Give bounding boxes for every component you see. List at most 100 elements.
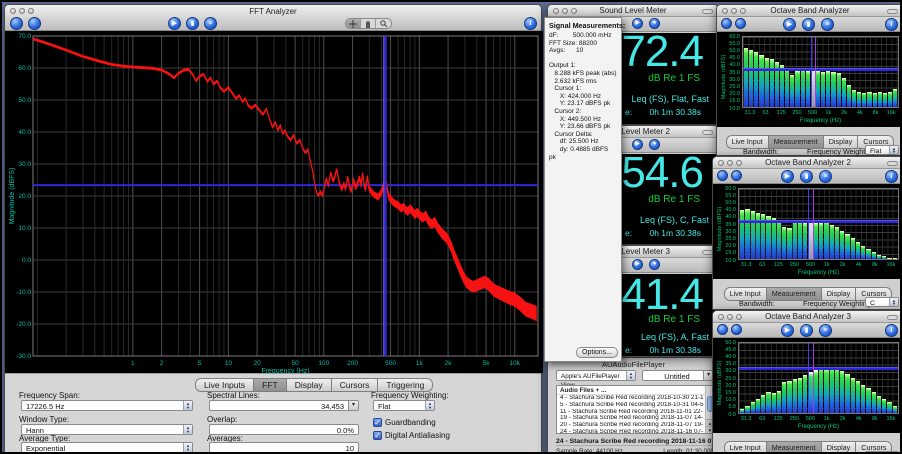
run-button[interactable]: ▶ <box>632 18 643 29</box>
horizontal-cursor-line[interactable] <box>739 221 898 223</box>
octave-band-chart[interactable]: Magnitude (dBFS)60.055.050.045.040.035.0… <box>717 32 902 127</box>
tab-triggering[interactable]: Triggering <box>378 378 433 392</box>
dropdown-icon[interactable]: ▾ <box>348 401 358 410</box>
horizontal-cursor-line[interactable] <box>739 368 898 370</box>
close-icon[interactable] <box>553 8 559 14</box>
octave-band-chart[interactable]: Magnitude (dBFS)50.045.040.035.030.025.0… <box>713 338 902 433</box>
file-list-item[interactable]: 11 - Stachura Scribe Red recording 2018-… <box>557 409 713 416</box>
file-list-item[interactable]: 19 - Stachura Scribe Red recording 2018-… <box>557 415 713 422</box>
frequency-weighting-select[interactable]: C▲▼ <box>865 297 899 307</box>
zoom-icon[interactable] <box>736 314 742 320</box>
clear-button[interactable]: ≡ <box>204 17 217 30</box>
tab-fft[interactable]: FFT <box>254 378 287 392</box>
info-button[interactable]: i <box>885 324 898 337</box>
frequency-span-select[interactable]: 17226.5 Hz▲▼ <box>21 400 193 411</box>
output-source-button[interactable] <box>731 324 742 335</box>
octave-band-chart[interactable]: Magnitude (dBFS)60.055.050.045.040.035.0… <box>713 184 902 279</box>
file-list-item[interactable]: 4 - Stachura Scribe Red recording 2018-1… <box>557 395 713 402</box>
file-list-item[interactable]: 20 - Stachura Scribe Red recording 2018-… <box>557 422 713 429</box>
info-button[interactable]: i <box>524 17 537 30</box>
frequency-weighting-select[interactable]: Flat▲▼ <box>373 400 435 411</box>
toolbar-toggle-button[interactable] <box>887 161 898 166</box>
output-source-button[interactable] <box>731 170 742 181</box>
minimize-icon[interactable] <box>562 8 568 14</box>
run-button[interactable]: ▶ <box>632 139 643 150</box>
window-controls[interactable] <box>718 314 742 320</box>
vertical-cursor-line[interactable] <box>813 343 814 413</box>
input-source-button[interactable] <box>717 170 728 181</box>
spectral-lines-field[interactable]: 34,453▾ <box>209 400 359 411</box>
zoom-tool-icon[interactable] <box>376 19 391 28</box>
crosshair-tool-icon[interactable] <box>346 19 361 28</box>
run-button[interactable]: ▶ <box>781 170 794 183</box>
input-source-button[interactable] <box>721 18 732 29</box>
window-controls[interactable] <box>553 8 577 14</box>
input-source-button[interactable] <box>717 324 728 335</box>
minimize-icon[interactable] <box>731 8 737 14</box>
average-type-select[interactable]: Exponential▲▼ <box>21 442 193 453</box>
store-button[interactable]: ▮ <box>800 170 813 183</box>
toolbar-toggle-button[interactable] <box>702 9 713 14</box>
window-controls[interactable] <box>722 8 746 14</box>
close-icon[interactable] <box>718 160 724 166</box>
toolbar-toggle-button[interactable] <box>702 130 713 135</box>
store-button[interactable]: ▮ <box>186 17 199 30</box>
toolbar-toggle-button[interactable] <box>887 9 898 14</box>
output-source-button[interactable] <box>735 18 746 29</box>
toolbar-toggle-button[interactable] <box>887 315 898 320</box>
horizontal-cursor-line[interactable] <box>743 69 898 71</box>
input-source-button[interactable] <box>10 17 23 30</box>
vertical-cursor-line[interactable] <box>808 189 809 259</box>
guardbanding-checkbox[interactable]: ✓ <box>373 418 382 427</box>
store-button[interactable]: ▮ <box>800 324 813 337</box>
file-list-item[interactable]: 5 - Stachura Scribe Red recording 2018-1… <box>557 402 713 409</box>
tab-live-inputs[interactable]: Live Inputs <box>195 378 254 392</box>
run-button[interactable]: ▶ <box>781 324 794 337</box>
vertical-cursor-line[interactable] <box>813 189 814 259</box>
minimize-icon[interactable] <box>727 314 733 320</box>
window-controls[interactable] <box>10 8 34 14</box>
run-button[interactable]: ▶ <box>632 259 643 270</box>
record-button[interactable]: ● <box>649 259 660 270</box>
antialiasing-checkbox[interactable]: ✓ <box>373 431 382 440</box>
zoom-icon[interactable] <box>28 8 34 14</box>
clear-button[interactable]: ≡ <box>819 170 832 183</box>
minimize-icon[interactable] <box>19 8 25 14</box>
vertical-cursor-line[interactable] <box>808 343 809 413</box>
clear-button[interactable]: ≡ <box>819 324 832 337</box>
run-button[interactable]: ▶ <box>168 17 181 30</box>
frequency-weighting-select[interactable]: Flat▲▼ <box>865 145 899 155</box>
tab-display[interactable]: Display <box>822 441 857 454</box>
preset-select[interactable]: Untitled▾ <box>642 370 714 381</box>
tab-measurement[interactable]: Measurement <box>767 441 822 454</box>
vertical-cursor-line[interactable] <box>811 37 812 107</box>
info-button[interactable]: i <box>885 18 898 31</box>
tab-live-input[interactable]: Live Input <box>724 441 767 454</box>
minimize-icon[interactable] <box>727 160 733 166</box>
fft-plot[interactable]: 1251020501002005001k2k5k10k70.060.050.04… <box>5 31 543 373</box>
close-icon[interactable] <box>718 314 724 320</box>
zoom-icon[interactable] <box>736 160 742 166</box>
close-icon[interactable] <box>10 8 16 14</box>
audio-file-list[interactable]: Audio Files + ... 4 - Stachura Scribe Re… <box>556 385 714 434</box>
zoom-icon[interactable] <box>571 8 577 14</box>
record-button[interactable]: ● <box>649 139 660 150</box>
record-button[interactable]: ● <box>649 18 660 29</box>
run-button[interactable]: ▶ <box>783 18 796 31</box>
cursor-tool-segmented-control[interactable] <box>345 18 392 29</box>
clear-button[interactable]: ≡ <box>821 18 834 31</box>
close-icon[interactable] <box>722 8 728 14</box>
store-button[interactable]: ▮ <box>802 18 815 31</box>
tab-cursors[interactable]: Cursors <box>332 378 379 392</box>
output-source-button[interactable] <box>28 17 41 30</box>
view-select[interactable]: Apple's AUFilePlayer View▲▼ <box>556 370 636 381</box>
hand-tool-icon[interactable] <box>361 19 376 28</box>
vertical-cursor-line[interactable] <box>815 37 816 107</box>
file-list-item[interactable]: 24 - Stachura Scribe Red recording 2018-… <box>557 429 713 434</box>
tab-cursors[interactable]: Cursors <box>856 441 892 454</box>
zoom-icon[interactable] <box>740 8 746 14</box>
averages-field[interactable]: 10 <box>209 442 359 453</box>
options-button[interactable]: Options... <box>576 347 618 358</box>
tab-display[interactable]: Display <box>287 378 332 392</box>
window-controls[interactable] <box>718 160 742 166</box>
